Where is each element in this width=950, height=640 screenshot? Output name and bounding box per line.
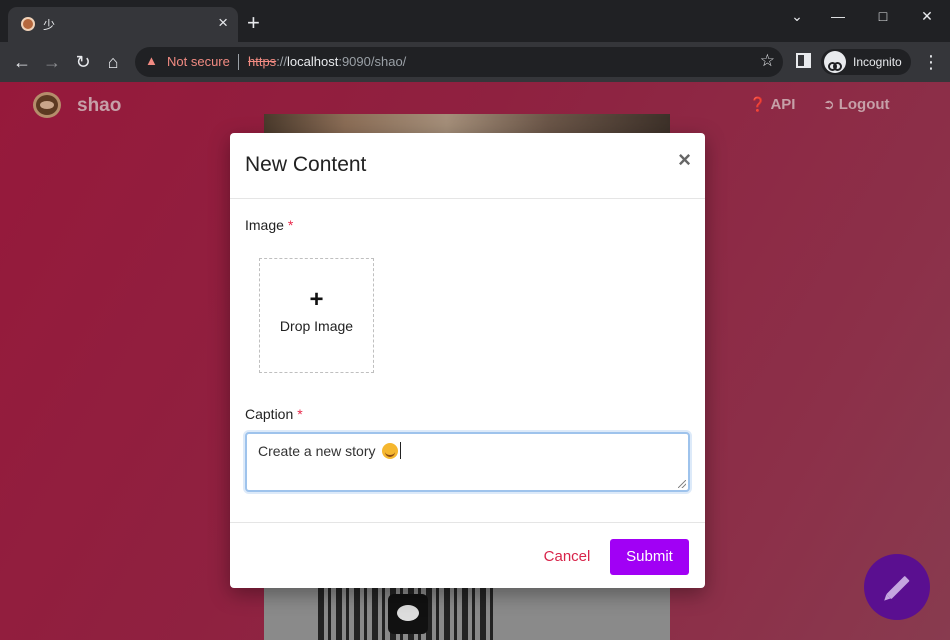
image-label-text: Image [245, 217, 284, 233]
modal-title: New Content [245, 153, 367, 176]
incognito-profile-button[interactable]: Incognito [821, 49, 911, 75]
caption-value: Create a new story [258, 442, 401, 459]
url-scheme: https [248, 54, 277, 69]
compose-fab-button[interactable] [864, 554, 930, 620]
caption-textarea[interactable]: Create a new story [245, 432, 690, 492]
side-panel-icon[interactable] [796, 53, 811, 68]
image-label: Image * [245, 217, 293, 233]
new-tab-icon[interactable]: + [247, 12, 260, 34]
address-bar[interactable]: ▲ Not secure https://localhost:9090/shao… [135, 47, 783, 77]
url-text[interactable]: https://localhost:9090/shao/ [248, 54, 406, 69]
maximize-icon[interactable]: □ [871, 8, 895, 24]
window-close-icon[interactable]: ✕ [915, 8, 939, 24]
tab-close-icon[interactable]: × [218, 13, 228, 33]
plus-icon: + [309, 286, 324, 313]
browser-menu-icon[interactable]: ⋮ [922, 51, 940, 73]
security-label[interactable]: Not secure [167, 54, 230, 69]
caption-label-text: Caption [245, 406, 294, 422]
new-content-modal: New Content × Image * + Drop Image Captio… [230, 133, 705, 588]
submit-button[interactable]: Submit [610, 539, 689, 575]
cancel-button[interactable]: Cancel [530, 539, 604, 575]
resize-handle-icon[interactable] [678, 480, 686, 488]
home-icon[interactable]: ⌂ [102, 51, 124, 73]
caption-value-text: Create a new story [258, 443, 376, 459]
tab-search-icon[interactable]: ⌄ [785, 8, 809, 24]
modal-footer: Cancel Submit [230, 522, 705, 588]
url-path: :9090/shao/ [338, 54, 407, 69]
reload-icon[interactable]: ↻ [72, 51, 94, 73]
url-separator: :// [276, 54, 288, 69]
browser-tab[interactable]: 少 × [8, 7, 238, 42]
favicon-icon [21, 17, 35, 31]
forward-icon[interactable]: → [41, 51, 63, 73]
required-asterisk: * [287, 217, 294, 233]
profile-label: Incognito [853, 55, 902, 69]
image-dropzone[interactable]: + Drop Image [259, 258, 374, 373]
minimize-icon[interactable]: — [826, 8, 850, 24]
browser-toolbar: ← → ↻ ⌂ ▲ Not secure https://localhost:9… [0, 42, 950, 82]
dropzone-label: Drop Image [279, 318, 354, 334]
bookmark-star-icon[interactable]: ☆ [760, 51, 775, 71]
back-icon[interactable]: ← [11, 51, 33, 73]
smile-emoji-icon [381, 443, 398, 459]
modal-header: New Content × [230, 133, 705, 199]
required-asterisk: * [297, 406, 303, 422]
close-icon[interactable]: × [678, 149, 691, 171]
caption-label: Caption * [245, 406, 303, 422]
tab-title: 少 [43, 18, 56, 32]
browser-tabstrip: 少 × + ⌄ — □ ✕ [0, 0, 950, 42]
incognito-icon [824, 51, 846, 73]
warning-icon[interactable]: ▲ [145, 53, 158, 68]
url-host: localhost [287, 54, 339, 69]
pencil-icon [886, 575, 910, 600]
omnibox-divider [238, 54, 239, 70]
text-caret [399, 442, 401, 459]
